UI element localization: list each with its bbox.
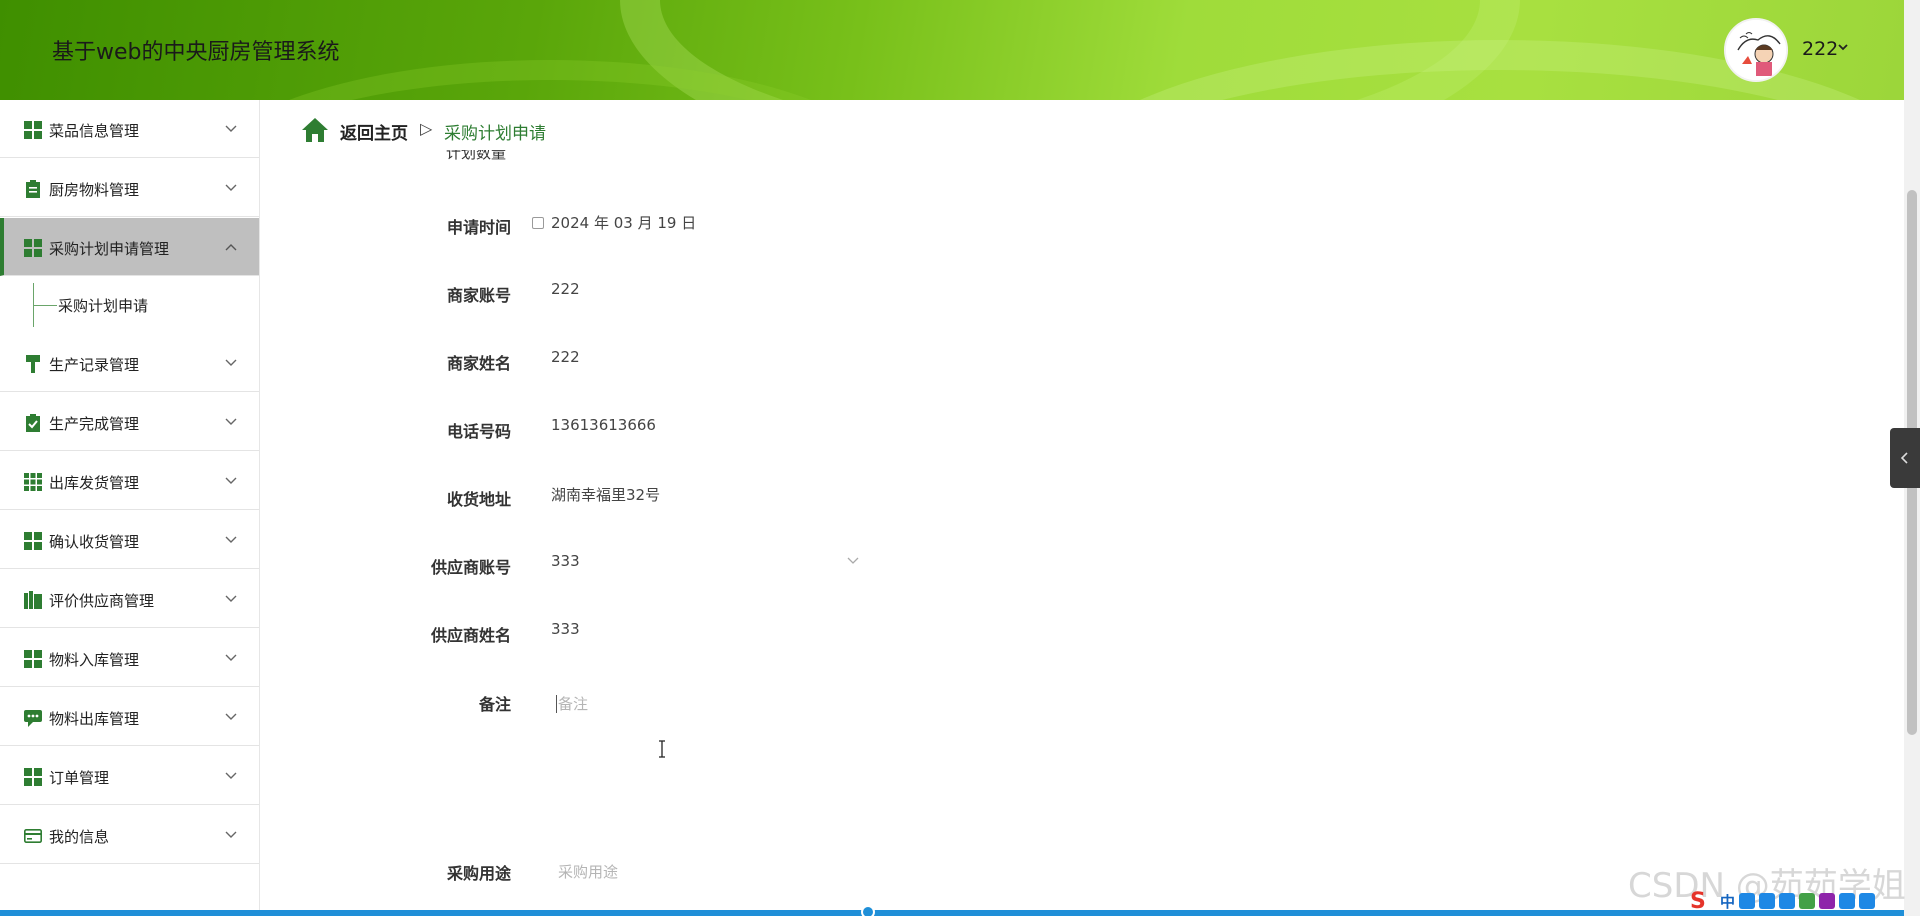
keyboard-icon[interactable] bbox=[1779, 893, 1796, 909]
remark-textarea[interactable]: 备注 bbox=[552, 690, 1432, 810]
paint-roller-icon bbox=[26, 355, 40, 373]
ibeam-cursor-icon bbox=[659, 740, 665, 758]
card-icon bbox=[24, 828, 42, 843]
sidebar-item-material-inbound[interactable]: 物料入库管理 bbox=[0, 629, 259, 687]
sidebar-item-label: 采购计划申请管理 bbox=[49, 240, 170, 258]
field-label-address: 收货地址 bbox=[446, 490, 511, 509]
chevron-down-icon bbox=[225, 536, 237, 543]
chevron-up-icon bbox=[225, 244, 237, 251]
sidebar-item-outbound-shipping[interactable]: 出库发货管理 bbox=[0, 452, 259, 510]
field-label-apply-time: 申请时间 bbox=[446, 218, 511, 237]
sidebar-item-order-management[interactable]: 订单管理 bbox=[0, 747, 259, 805]
sidebar-item-confirm-receipt[interactable]: 确认收货管理 bbox=[0, 511, 259, 569]
sidebar-item-label: 确认收货管理 bbox=[49, 533, 140, 551]
bottom-slider-knob[interactable] bbox=[861, 905, 875, 916]
ime-language-indicator[interactable]: 中 bbox=[1720, 891, 1735, 912]
remark-placeholder: 备注 bbox=[558, 695, 589, 713]
breadcrumb-separator: ▷ bbox=[420, 119, 433, 138]
system-tray: S 中 bbox=[1690, 889, 1904, 914]
grid-icon bbox=[24, 650, 42, 668]
partial-field-label: 计划数量 bbox=[446, 150, 507, 162]
chevron-down-icon bbox=[225, 595, 237, 602]
mic-icon[interactable] bbox=[1759, 893, 1776, 909]
field-label-supplier-name: 供应商姓名 bbox=[430, 626, 511, 645]
username[interactable]: 222 bbox=[1802, 38, 1838, 60]
chevron-down-icon bbox=[225, 772, 237, 779]
avatar[interactable] bbox=[1724, 18, 1788, 82]
chevron-down-icon bbox=[225, 184, 237, 191]
sidebar-item-my-info[interactable]: 我的信息 bbox=[0, 806, 259, 864]
sidebar-item-label: 菜品信息管理 bbox=[49, 122, 140, 140]
grid-icon bbox=[24, 768, 42, 786]
field-label-remark: 备注 bbox=[478, 695, 511, 714]
grid-apps-icon[interactable] bbox=[1859, 893, 1876, 909]
sidebar-item-label: 生产完成管理 bbox=[49, 415, 140, 433]
chevron-down-icon bbox=[225, 713, 237, 720]
breadcrumb-home-link[interactable]: 返回主页 bbox=[340, 119, 408, 144]
sidebar-item-dish-info[interactable]: 菜品信息管理 bbox=[0, 100, 259, 158]
clipboard-icon bbox=[26, 180, 40, 198]
sidebar-item-purchase-plan[interactable]: 采购计划申请管理 bbox=[0, 218, 259, 276]
merchant-account-input[interactable]: 222 bbox=[551, 280, 580, 298]
field-label-supplier-account: 供应商账号 bbox=[430, 558, 511, 577]
phone-input[interactable]: 13613613666 bbox=[551, 416, 656, 434]
sidebar-item-label: 出库发货管理 bbox=[49, 474, 140, 492]
calendar-icon[interactable] bbox=[532, 217, 544, 229]
chevron-down-icon bbox=[225, 654, 237, 661]
grid-icon bbox=[24, 121, 42, 139]
field-label-purpose: 采购用途 bbox=[446, 864, 511, 883]
chat-icon bbox=[24, 710, 42, 727]
dot-icon[interactable] bbox=[1739, 893, 1756, 909]
sidebar-item-label: 物料入库管理 bbox=[49, 651, 140, 669]
chevron-down-icon bbox=[225, 477, 237, 484]
sidebar-item-production-complete[interactable]: 生产完成管理 bbox=[0, 393, 259, 451]
purpose-input[interactable]: 采购用途 bbox=[552, 860, 1152, 886]
sidebar-item-label: 生产记录管理 bbox=[49, 356, 140, 374]
sidebar-item-supplier-review[interactable]: 评价供应商管理 bbox=[0, 570, 259, 628]
toolbox-icon[interactable] bbox=[1839, 893, 1856, 909]
address-input[interactable]: 湖南幸福里32号 bbox=[551, 484, 660, 505]
sidebar-item-kitchen-materials[interactable]: 厨房物料管理 bbox=[0, 159, 259, 217]
ime-logo-icon[interactable]: S bbox=[1690, 889, 1716, 914]
sidebar-subitem-label: 采购计划申请 bbox=[58, 297, 149, 315]
field-label-merchant-account: 商家账号 bbox=[446, 286, 511, 305]
shirt-icon[interactable] bbox=[1799, 893, 1816, 909]
field-label-merchant-name: 商家姓名 bbox=[446, 354, 511, 373]
sidebar-item-production-records[interactable]: 生产记录管理 bbox=[0, 334, 259, 392]
chevron-down-icon bbox=[225, 418, 237, 425]
apply-time-input[interactable]: 2024 年 03 月 19 日 bbox=[551, 212, 696, 233]
chevron-down-icon[interactable] bbox=[846, 556, 860, 566]
chevron-left-icon bbox=[1900, 452, 1908, 464]
grid-nine-icon bbox=[24, 473, 42, 491]
field-label-phone: 电话号码 bbox=[446, 422, 511, 441]
grid-icon bbox=[24, 532, 42, 550]
supplier-name-input[interactable]: 333 bbox=[551, 620, 580, 638]
sidebar-subitem-purchase-plan-apply[interactable]: 采购计划申请 bbox=[0, 277, 259, 333]
chevron-down-icon[interactable] bbox=[1836, 40, 1850, 54]
purpose-placeholder: 采购用途 bbox=[558, 863, 619, 881]
merchant-name-input[interactable]: 222 bbox=[551, 348, 580, 366]
bar-book-icon bbox=[24, 591, 42, 609]
chevron-down-icon bbox=[225, 125, 237, 132]
grid-icon bbox=[24, 239, 42, 257]
magic-icon[interactable] bbox=[1819, 893, 1836, 909]
sidebar-item-label: 订单管理 bbox=[49, 769, 110, 787]
side-panel-toggle[interactable] bbox=[1890, 428, 1920, 488]
chevron-down-icon bbox=[225, 359, 237, 366]
chevron-down-icon bbox=[225, 831, 237, 838]
sidebar-item-label: 评价供应商管理 bbox=[49, 592, 155, 610]
clipboard-check-icon bbox=[26, 414, 40, 432]
sidebar-item-label: 厨房物料管理 bbox=[49, 181, 140, 199]
supplier-account-select[interactable]: 333 bbox=[551, 552, 580, 570]
sidebar-item-label: 物料出库管理 bbox=[49, 710, 140, 728]
home-icon[interactable] bbox=[300, 116, 330, 144]
bottom-progress-line bbox=[0, 910, 1904, 916]
app-title: 基于web的中央厨房管理系统 bbox=[52, 40, 340, 65]
sidebar-item-material-outbound[interactable]: 物料出库管理 bbox=[0, 688, 259, 746]
sidebar-item-label: 我的信息 bbox=[49, 828, 110, 846]
top-header: 基于web的中央厨房管理系统 222 bbox=[0, 0, 1904, 100]
breadcrumb-current: 采购计划申请 bbox=[444, 124, 546, 144]
sidebar: 菜品信息管理 厨房物料管理 采购计划申请管理 采购计划申请 生产记录管理 生产完… bbox=[0, 100, 260, 916]
text-caret bbox=[556, 695, 557, 713]
